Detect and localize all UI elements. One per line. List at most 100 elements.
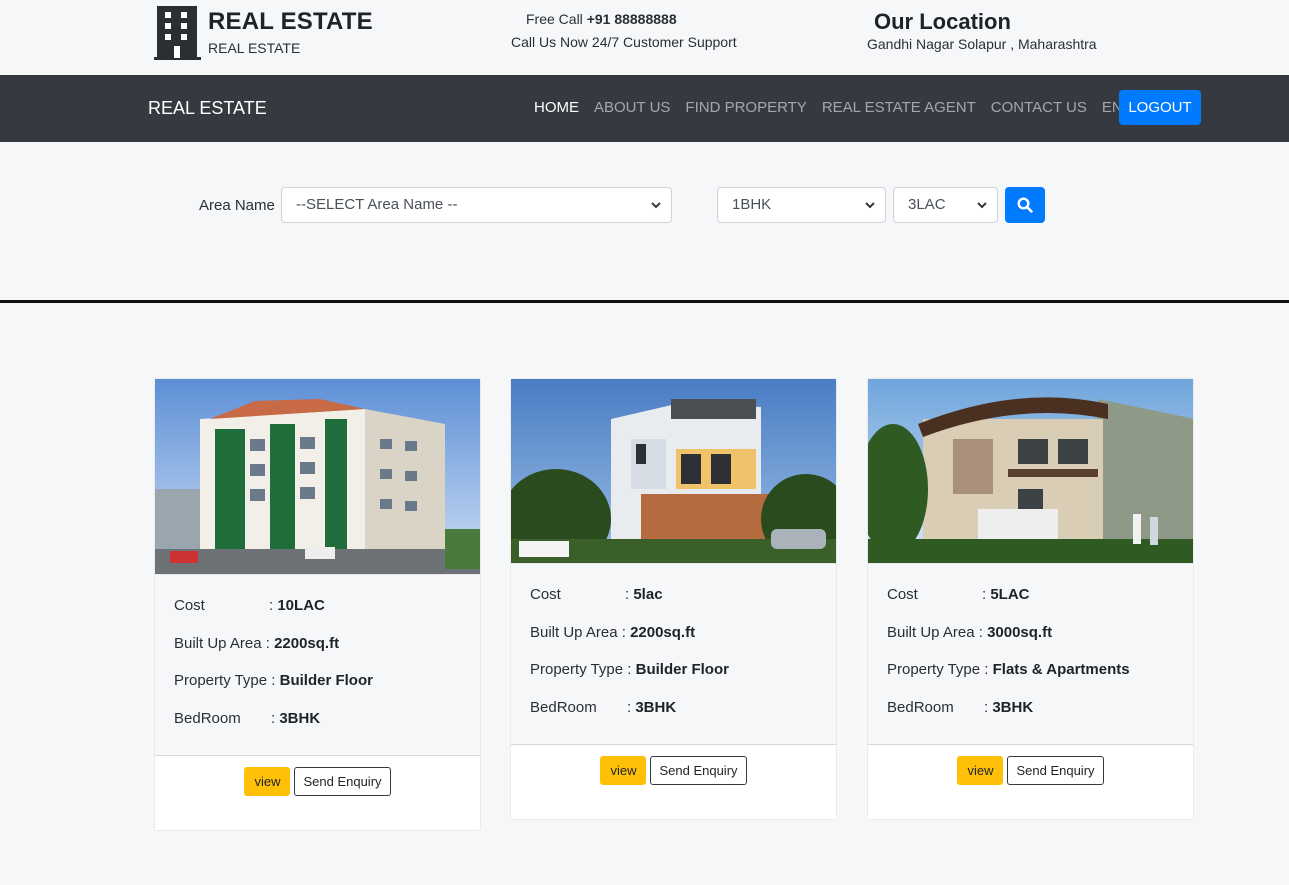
property-image[interactable] — [511, 379, 836, 563]
separator: : — [267, 672, 280, 689]
separator: : — [269, 597, 278, 614]
built-up-area-value: 2200sq.ft — [630, 623, 696, 641]
nav-real-estate-agent[interactable]: REAL ESTATE AGENT — [822, 99, 976, 116]
cost-row: Cost: 10LAC — [174, 597, 461, 635]
chevron-down-icon — [977, 202, 987, 209]
section-divider — [0, 300, 1289, 303]
built-up-area-label: Built Up Area — [887, 623, 975, 641]
bedroom-value: 3BHK — [279, 709, 321, 727]
property-card: Cost: 5LAC Built Up Area : 3000sq.ft Pro… — [867, 378, 1194, 820]
area-name-label: Area Name — [199, 197, 275, 214]
view-button[interactable]: view — [600, 756, 647, 785]
cost-value: 10LAC — [277, 597, 325, 614]
separator: : — [627, 698, 636, 716]
phone-number: +91 88888888 — [586, 11, 677, 27]
property-card: Cost: 10LAC Built Up Area : 2200sq.ft Pr… — [154, 378, 481, 831]
bhk-value: 1BHK — [732, 196, 772, 213]
price-value: 3LAC — [908, 196, 946, 213]
nav-contact-us[interactable]: CONTACT US — [991, 99, 1087, 116]
bedroom-label: BedRoom — [174, 709, 241, 727]
send-enquiry-button[interactable]: Send Enquiry — [294, 767, 391, 796]
built-up-area-value: 2200sq.ft — [274, 634, 340, 652]
send-enquiry-button[interactable]: Send Enquiry — [650, 756, 747, 785]
separator: : — [625, 586, 634, 603]
separator: : — [271, 709, 280, 727]
separator: : — [980, 661, 993, 678]
search-icon — [1017, 197, 1033, 213]
card-actions: view Send Enquiry — [868, 745, 1193, 819]
property-type-value: Builder Floor — [279, 672, 373, 689]
property-type-label: Property Type — [530, 661, 624, 678]
top-header: REAL ESTATE REAL ESTATE Free Call +91 88… — [0, 0, 1289, 75]
cost-label: Cost — [530, 586, 561, 603]
separator: : — [623, 661, 636, 678]
location-title: Our Location — [874, 9, 1011, 34]
send-enquiry-button[interactable]: Send Enquiry — [1007, 756, 1104, 785]
navbar-brand[interactable]: REAL ESTATE — [148, 98, 267, 119]
bhk-select[interactable]: 1BHK — [717, 187, 886, 223]
built-up-area-label: Built Up Area — [174, 634, 262, 652]
type-row: Property Type : Builder Floor — [174, 672, 461, 710]
brand-title: REAL ESTATE — [208, 8, 373, 35]
separator: : — [974, 623, 988, 641]
bedroom-row: BedRoom: 3BHK — [887, 699, 1174, 737]
bedroom-row: BedRoom: 3BHK — [174, 710, 461, 748]
chevron-down-icon — [865, 202, 875, 209]
property-details: Cost: 5LAC Built Up Area : 3000sq.ft Pro… — [868, 563, 1193, 745]
type-row: Property Type : Builder Floor — [530, 661, 817, 699]
villa-image — [511, 379, 836, 563]
area-row: Built Up Area : 2200sq.ft — [174, 635, 461, 673]
view-button[interactable]: view — [244, 767, 291, 796]
chevron-down-icon — [651, 202, 661, 209]
free-call-line: Free Call +91 88888888 — [526, 11, 677, 27]
main-navbar: REAL ESTATE HOME ABOUT US FIND PROPERTY … — [0, 75, 1289, 142]
house-image — [868, 379, 1193, 563]
property-type-value: Builder Floor — [635, 661, 729, 678]
bedroom-label: BedRoom — [887, 698, 954, 716]
free-call-label: Free Call — [526, 11, 587, 27]
card-actions: view Send Enquiry — [155, 756, 480, 830]
cost-label: Cost — [174, 597, 205, 614]
property-details: Cost: 5lac Built Up Area : 2200sq.ft Pro… — [511, 563, 836, 745]
cost-value: 5lac — [633, 586, 663, 603]
apartment-building-image — [155, 379, 480, 574]
bedroom-value: 3BHK — [992, 698, 1034, 716]
separator: : — [984, 698, 993, 716]
building-logo-icon — [154, 6, 201, 60]
bedroom-label: BedRoom — [530, 698, 597, 716]
nav-about-us[interactable]: ABOUT US — [594, 99, 670, 116]
separator: : — [982, 586, 991, 603]
cost-row: Cost: 5LAC — [887, 586, 1174, 624]
area-row: Built Up Area : 3000sq.ft — [887, 624, 1174, 662]
cost-value: 5LAC — [990, 586, 1030, 603]
property-image[interactable] — [155, 379, 480, 574]
area-name-value: --SELECT Area Name -- — [296, 196, 458, 213]
property-type-label: Property Type — [174, 672, 268, 689]
separator: : — [617, 623, 631, 641]
built-up-area-value: 3000sq.ft — [987, 623, 1053, 641]
support-text: Call Us Now 24/7 Customer Support — [511, 34, 737, 50]
type-row: Property Type : Flats & Apartments — [887, 661, 1174, 699]
logout-button[interactable]: LOGOUT — [1119, 90, 1201, 125]
bedroom-value: 3BHK — [635, 698, 677, 716]
cost-row: Cost: 5lac — [530, 586, 817, 624]
bedroom-row: BedRoom: 3BHK — [530, 699, 817, 737]
property-type-label: Property Type — [887, 661, 981, 678]
search-button[interactable] — [1005, 187, 1045, 223]
brand-subtitle: REAL ESTATE — [208, 40, 301, 56]
separator: : — [261, 634, 275, 652]
card-actions: view Send Enquiry — [511, 745, 836, 819]
property-details: Cost: 10LAC Built Up Area : 2200sq.ft Pr… — [155, 574, 480, 756]
cost-label: Cost — [887, 586, 918, 603]
area-name-select[interactable]: --SELECT Area Name -- — [281, 187, 672, 223]
nav-home[interactable]: HOME — [534, 99, 579, 116]
nav-find-property[interactable]: FIND PROPERTY — [685, 99, 806, 116]
property-image[interactable] — [868, 379, 1193, 563]
price-select[interactable]: 3LAC — [893, 187, 998, 223]
property-card: Cost: 5lac Built Up Area : 2200sq.ft Pro… — [510, 378, 837, 820]
search-form: Area Name --SELECT Area Name -- 1BHK 3LA… — [0, 142, 1289, 301]
view-button[interactable]: view — [957, 756, 1004, 785]
property-type-value: Flats & Apartments — [992, 661, 1130, 678]
area-row: Built Up Area : 2200sq.ft — [530, 624, 817, 662]
built-up-area-label: Built Up Area — [530, 623, 618, 641]
